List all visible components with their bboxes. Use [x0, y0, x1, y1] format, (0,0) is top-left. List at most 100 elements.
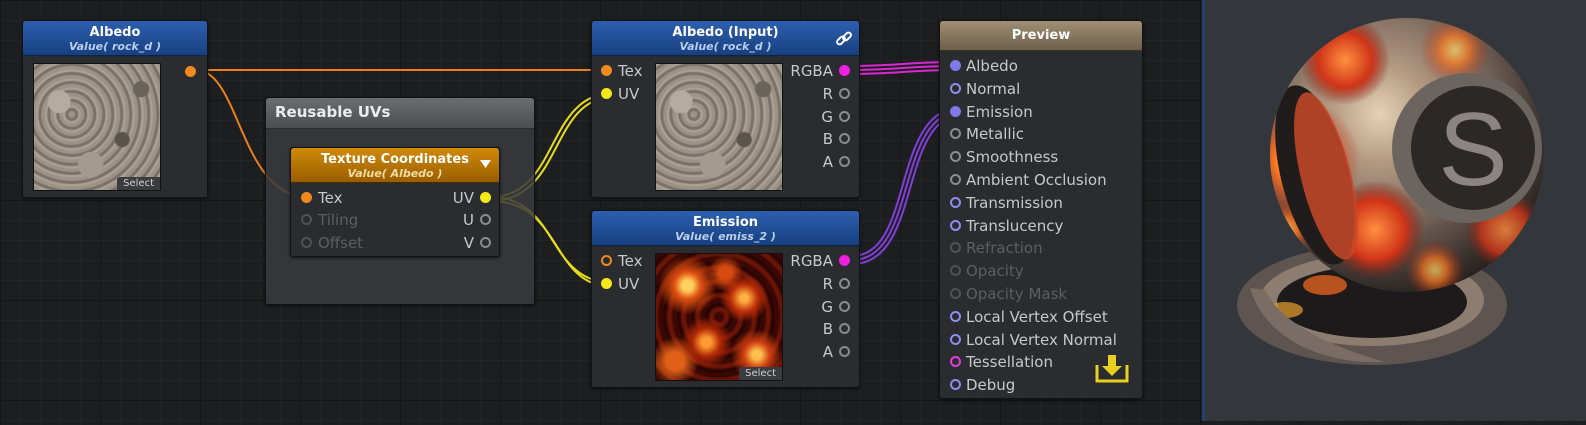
preview-tessellation-label: Tessellation: [966, 353, 1053, 372]
preview-normal-port[interactable]: [950, 82, 961, 94]
emission-node[interactable]: Emission Value( emiss_2 ) Select Tex UV …: [591, 210, 860, 388]
emission-b-port[interactable]: [839, 323, 850, 334]
albedo-input-tex-port[interactable]: [601, 65, 612, 76]
albedo-input-tex-label: Tex: [618, 62, 643, 80]
material-preview-panel[interactable]: S: [1205, 0, 1586, 421]
texture-coordinates-node[interactable]: Texture Coordinates Value( Albedo ) Tex …: [290, 147, 500, 257]
albedo-input-a-port[interactable]: [839, 156, 850, 167]
link-icon[interactable]: [835, 30, 853, 48]
emission-row-rgba[interactable]: RGBA: [787, 252, 850, 270]
emission-node-header[interactable]: Emission Value( emiss_2 ): [592, 211, 859, 246]
preview-local-vertex-offset-port[interactable]: [950, 310, 961, 322]
albedo-input-row-rgba[interactable]: RGBA: [787, 62, 850, 80]
albedo-output-port[interactable]: [185, 66, 196, 77]
albedo-input-b-label: B: [822, 130, 833, 148]
preview-emission-label: Emission: [966, 102, 1033, 121]
albedo-input-rgba-port[interactable]: [839, 65, 850, 76]
dropdown-arrow-icon[interactable]: [480, 160, 491, 169]
node-graph-canvas[interactable]: Albedo Value( rock_d ) Select Reusable U…: [0, 0, 1205, 421]
emission-tex-port[interactable]: [601, 255, 612, 266]
emission-uv-port[interactable]: [601, 278, 612, 289]
reusable-uvs-title[interactable]: Reusable UVs: [266, 98, 534, 129]
preview-input-smoothness[interactable]: Smoothness: [950, 148, 1135, 166]
preview-input-normal[interactable]: Normal: [950, 80, 1135, 98]
preview-ambient-occlusion-port[interactable]: [950, 174, 961, 185]
texcoord-v-output-port[interactable]: [480, 237, 491, 248]
texcoord-offset-input-port[interactable]: [301, 237, 312, 248]
texcoord-u-output-port[interactable]: [480, 214, 491, 225]
preview-refraction-port[interactable]: [950, 242, 961, 254]
preview-emission-port[interactable]: [950, 105, 961, 117]
texcoord-offset-label: Offset: [318, 234, 364, 252]
preview-input-opacity-mask[interactable]: Opacity Mask: [950, 285, 1135, 303]
preview-transmission-port[interactable]: [950, 196, 961, 208]
emission-tex-label: Tex: [618, 252, 643, 270]
preview-albedo-label: Albedo: [966, 57, 1018, 75]
albedo-input-row-a[interactable]: A: [787, 153, 850, 171]
albedo-input-node[interactable]: Albedo (Input) Value( rock_d ) Tex UV RG…: [591, 20, 860, 198]
preview-albedo-port[interactable]: [950, 60, 961, 71]
albedo-node-header[interactable]: Albedo Value( rock_d ): [23, 21, 207, 56]
preview-translucency-port[interactable]: [950, 219, 961, 231]
emission-row-g[interactable]: G: [787, 298, 850, 316]
preview-input-translucency[interactable]: Translucency: [950, 217, 1135, 235]
texcoord-uv-output-port[interactable]: [480, 192, 491, 203]
emission-row-tex[interactable]: Tex: [601, 252, 651, 270]
download-icon[interactable]: [1094, 353, 1130, 385]
emission-rgba-port[interactable]: [839, 255, 850, 266]
albedo-input-uv-port[interactable]: [601, 88, 612, 99]
preview-node-title[interactable]: Preview: [940, 21, 1142, 51]
preview-node[interactable]: Preview Albedo Normal Emission Metallic Smoo…: [939, 20, 1143, 399]
texcoord-row-tex[interactable]: Tex UV: [301, 189, 491, 207]
preview-smoothness-port[interactable]: [950, 151, 961, 163]
preview-metallic-label: Metallic: [966, 125, 1024, 144]
material-preview-viewport[interactable]: S: [1205, 0, 1586, 421]
preview-input-ambient-occlusion[interactable]: Ambient Occlusion: [950, 171, 1135, 189]
preview-debug-port[interactable]: [950, 379, 961, 391]
emission-row-a[interactable]: A: [787, 343, 850, 361]
preview-opacity-port[interactable]: [950, 265, 961, 277]
preview-transmission-label: Transmission: [966, 193, 1063, 212]
albedo-input-r-port[interactable]: [839, 88, 850, 99]
texcoord-tiling-label: Tiling: [318, 211, 359, 229]
albedo-node-subtitle: Value( rock_d ): [68, 40, 162, 53]
preview-input-refraction[interactable]: Refraction: [950, 239, 1135, 257]
emission-node-subtitle: Value( emiss_2 ): [675, 230, 776, 243]
albedo-input-rgba-label: RGBA: [790, 62, 833, 80]
texcoord-node-header[interactable]: Texture Coordinates Value( Albedo ): [291, 148, 499, 183]
preview-input-transmission[interactable]: Transmission: [950, 194, 1135, 212]
preview-input-local-vertex-offset[interactable]: Local Vertex Offset: [950, 308, 1135, 326]
texcoord-tex-input-port[interactable]: [301, 192, 312, 203]
preview-local-vertex-normal-port[interactable]: [950, 333, 961, 345]
emission-row-uv[interactable]: UV: [601, 275, 651, 293]
emission-select-button[interactable]: Select: [739, 367, 782, 380]
preview-input-metallic[interactable]: Metallic: [950, 125, 1135, 143]
emission-g-port[interactable]: [839, 301, 850, 312]
albedo-input-row-b[interactable]: B: [787, 130, 850, 148]
albedo-input-node-subtitle: Value( rock_d ): [679, 40, 772, 53]
preview-metallic-port[interactable]: [950, 128, 961, 140]
albedo-input-b-port[interactable]: [839, 133, 850, 144]
preview-input-albedo[interactable]: Albedo: [950, 57, 1135, 75]
preview-tessellation-port[interactable]: [950, 356, 961, 368]
albedo-input-row-tex[interactable]: Tex: [601, 62, 651, 80]
emission-row-r[interactable]: R: [787, 275, 850, 293]
albedo-input-row-uv[interactable]: UV: [601, 85, 651, 103]
albedo-select-button[interactable]: Select: [117, 177, 160, 190]
preview-opacity-mask-port[interactable]: [950, 288, 961, 299]
texcoord-row-offset[interactable]: Offset V: [301, 234, 491, 252]
texcoord-row-tiling[interactable]: Tiling U: [301, 211, 491, 229]
albedo-input-node-header[interactable]: Albedo (Input) Value( rock_d ): [592, 21, 859, 56]
albedo-input-row-r[interactable]: R: [787, 85, 850, 103]
albedo-node[interactable]: Albedo Value( rock_d ) Select: [22, 20, 208, 198]
emission-a-port[interactable]: [839, 346, 850, 357]
preview-input-emission[interactable]: Emission: [950, 103, 1135, 121]
emission-row-b[interactable]: B: [787, 320, 850, 338]
emission-a-label: A: [822, 343, 833, 361]
preview-input-local-vertex-normal[interactable]: Local Vertex Normal: [950, 331, 1135, 349]
preview-input-opacity[interactable]: Opacity: [950, 262, 1135, 280]
texcoord-tiling-input-port[interactable]: [301, 214, 312, 225]
albedo-input-g-port[interactable]: [839, 111, 850, 122]
emission-r-port[interactable]: [839, 278, 850, 289]
albedo-input-row-g[interactable]: G: [787, 108, 850, 126]
